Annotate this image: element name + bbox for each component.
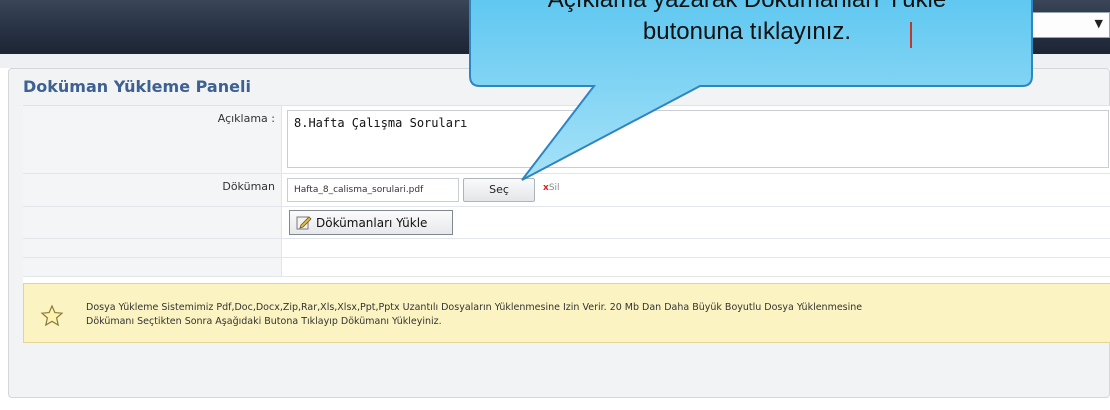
upload-panel: Doküman Yükleme Paneli Açıklama : 8.Haft… bbox=[8, 68, 1110, 398]
upload-row: Dökümanları Yükle bbox=[23, 207, 1110, 239]
description-label-cell: Açıklama : bbox=[23, 106, 282, 173]
remove-file-link[interactable]: xSil bbox=[543, 183, 560, 193]
top-dropdown[interactable]: ▼ bbox=[1010, 12, 1110, 38]
chevron-down-icon: ▼ bbox=[1094, 17, 1103, 30]
upload-documents-button[interactable]: Dökümanları Yükle bbox=[289, 210, 453, 235]
description-textarea[interactable]: 8.Hafta Çalışma Soruları bbox=[287, 110, 1109, 168]
top-bar: ▼ bbox=[0, 0, 1110, 54]
spacer-label-cell bbox=[23, 239, 282, 257]
notice-line-1: Dosya Yükleme Sistemimiz Pdf,Doc,Docx,Zi… bbox=[86, 302, 863, 313]
spacer-row bbox=[23, 258, 1110, 277]
document-label: Döküman bbox=[222, 180, 275, 193]
choose-file-button[interactable]: Seç bbox=[463, 178, 535, 202]
document-row: Döküman Hafta_8_calisma_sorulari.pdf Seç… bbox=[23, 174, 1110, 207]
spacer-label-cell bbox=[23, 258, 282, 276]
upload-button-label: Dökümanları Yükle bbox=[316, 216, 428, 230]
description-row: Açıklama : 8.Hafta Çalışma Soruları bbox=[23, 106, 1110, 174]
header-band bbox=[0, 54, 1110, 68]
info-notice: Dosya Yükleme Sistemimiz Pdf,Doc,Docx,Zi… bbox=[23, 283, 1110, 343]
description-label: Açıklama : bbox=[217, 112, 275, 125]
edit-icon bbox=[296, 216, 312, 230]
panel-title: Doküman Yükleme Paneli bbox=[23, 77, 251, 96]
spacer-row bbox=[23, 239, 1110, 258]
star-icon bbox=[40, 304, 64, 327]
file-name-field[interactable]: Hafta_8_calisma_sorulari.pdf bbox=[287, 178, 459, 202]
remove-label: Sil bbox=[548, 183, 560, 193]
notice-line-2: Dökümanı Seçtikten Sonra Aşağıdaki Buton… bbox=[86, 316, 442, 327]
upload-label-cell bbox=[23, 207, 282, 238]
document-label-cell: Döküman bbox=[23, 174, 282, 206]
